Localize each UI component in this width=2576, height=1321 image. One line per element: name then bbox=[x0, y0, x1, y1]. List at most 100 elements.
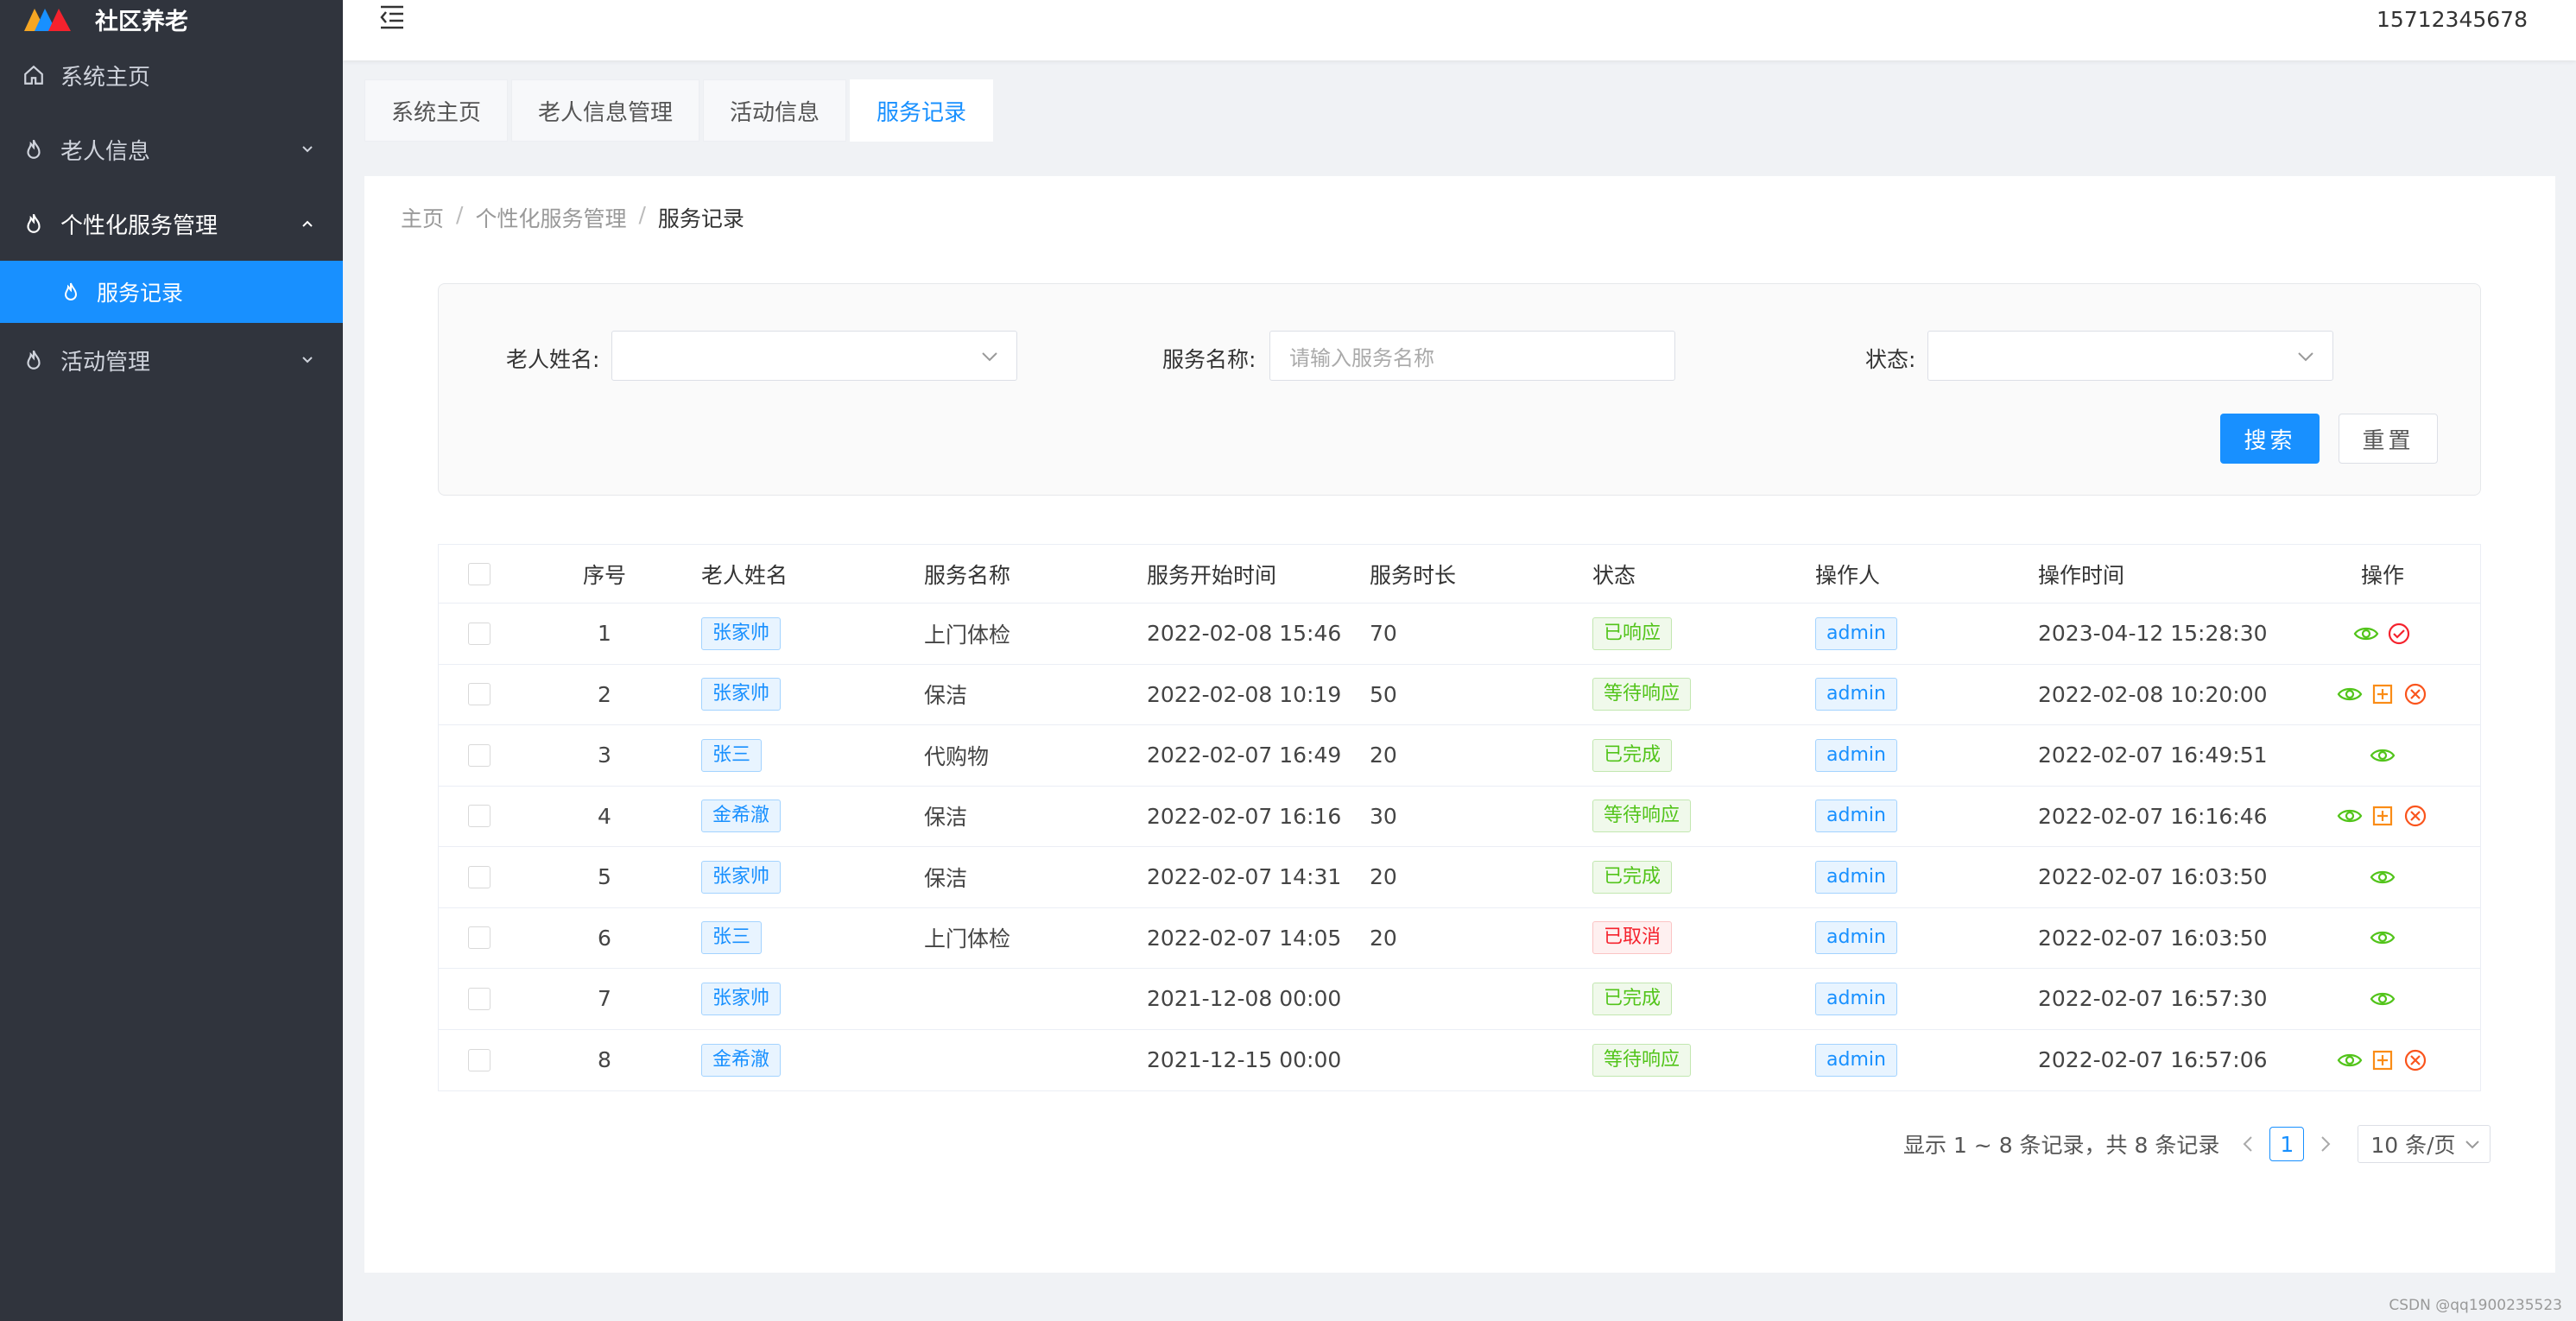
row-start-time: 2021-12-08 00:00 bbox=[1147, 986, 1342, 1012]
status-badge: 等待响应 bbox=[1592, 1043, 1692, 1077]
row-checkbox[interactable] bbox=[468, 1048, 491, 1071]
row-checkbox[interactable] bbox=[468, 743, 491, 767]
row-duration: 70 bbox=[1370, 621, 1397, 647]
eye-icon[interactable] bbox=[2353, 621, 2379, 647]
page-number-current[interactable]: 1 bbox=[2269, 1127, 2305, 1161]
row-elder-name-cell: 金希澈 bbox=[689, 800, 912, 833]
plus-square-icon[interactable] bbox=[2370, 681, 2396, 707]
prev-page-icon[interactable] bbox=[2238, 1134, 2259, 1154]
status-badge: 已取消 bbox=[1592, 921, 1673, 955]
table-header: 序号 老人姓名 服务名称 服务开始时间 服务时长 状态 操作人 操作时间 操作 bbox=[439, 545, 2480, 604]
eye-icon[interactable] bbox=[2370, 864, 2396, 890]
row-service-name: 上门体检 bbox=[924, 622, 1011, 648]
breadcrumb-home[interactable]: 主页 bbox=[401, 202, 444, 233]
elder-name-tag: 金希澈 bbox=[701, 800, 782, 833]
row-operate-time: 2022-02-08 10:20:00 bbox=[2038, 681, 2268, 707]
sidebar-item-home[interactable]: 系统主页 bbox=[0, 38, 343, 112]
row-actions bbox=[2285, 743, 2480, 768]
status-label: 状态: bbox=[1865, 347, 1916, 372]
close-circle-icon[interactable] bbox=[2402, 803, 2428, 829]
page-size-label: 10 条/页 bbox=[2370, 1133, 2456, 1158]
row-operator-cell: admin bbox=[1803, 678, 2026, 711]
operator-tag: admin bbox=[1815, 800, 1897, 833]
select-all-checkbox[interactable] bbox=[468, 562, 491, 585]
elder-name-tag: 张家帅 bbox=[701, 982, 782, 1015]
plus-square-icon[interactable] bbox=[2370, 1047, 2396, 1073]
row-checkbox[interactable] bbox=[468, 622, 491, 645]
tab-service-records[interactable]: 服务记录 bbox=[850, 79, 994, 142]
eye-icon[interactable] bbox=[2337, 681, 2363, 707]
chevron-down-icon bbox=[302, 357, 313, 363]
row-checkbox[interactable] bbox=[468, 987, 491, 1010]
eye-icon[interactable] bbox=[2337, 1047, 2363, 1073]
table-row: 4 金希澈 保洁 2022-02-07 16:16 30 等待响应 admin 2022-02… bbox=[439, 787, 2480, 847]
elder-name-tag: 张家帅 bbox=[701, 678, 782, 711]
row-start-time: 2021-12-15 00:00 bbox=[1147, 1047, 1342, 1073]
row-status-cell: 等待响应 bbox=[1580, 678, 1803, 711]
row-checkbox[interactable] bbox=[468, 805, 491, 828]
row-checkbox[interactable] bbox=[468, 865, 491, 888]
header-start-time: 服务开始时间 bbox=[1147, 562, 1277, 588]
row-operator-cell: admin bbox=[1803, 616, 2026, 650]
eye-icon[interactable] bbox=[2370, 743, 2396, 768]
tab-elder-info[interactable]: 老人信息管理 bbox=[511, 79, 700, 142]
close-circle-icon[interactable] bbox=[2402, 681, 2428, 707]
tab-home[interactable]: 系统主页 bbox=[364, 79, 509, 142]
sidebar-subitem-service-records[interactable]: 服务记录 bbox=[0, 261, 343, 323]
row-duration: 50 bbox=[1370, 681, 1397, 707]
eye-icon[interactable] bbox=[2337, 803, 2363, 829]
status-select[interactable] bbox=[1927, 331, 2333, 381]
table-row: 2 张家帅 保洁 2022-02-08 10:19 50 等待响应 admin 2022-02… bbox=[439, 665, 2480, 725]
close-circle-icon[interactable] bbox=[2402, 1047, 2428, 1073]
check-circle-icon[interactable] bbox=[2386, 621, 2412, 647]
row-elder-name-cell: 张三 bbox=[689, 921, 912, 955]
row-index: 7 bbox=[598, 986, 611, 1012]
sidebar-item-elder-info[interactable]: 老人信息 bbox=[0, 112, 343, 186]
row-index: 6 bbox=[598, 925, 611, 951]
row-duration: 20 bbox=[1370, 864, 1397, 890]
table-row: 1 张家帅 上门体检 2022-02-08 15:46 70 已响应 admin 2023-0… bbox=[439, 604, 2480, 665]
row-operator-cell: admin bbox=[1803, 921, 2026, 955]
row-select-cell bbox=[439, 743, 520, 767]
row-actions bbox=[2285, 864, 2480, 890]
row-actions bbox=[2285, 986, 2480, 1012]
next-page-icon[interactable] bbox=[2314, 1134, 2335, 1154]
row-duration: 20 bbox=[1370, 925, 1397, 951]
menu-fold-icon[interactable] bbox=[377, 2, 407, 31]
row-checkbox[interactable] bbox=[468, 683, 491, 706]
app-title: 社区养老 bbox=[95, 8, 188, 35]
header-index: 序号 bbox=[582, 562, 626, 588]
row-status-cell: 等待响应 bbox=[1580, 1043, 1803, 1077]
plus-square-icon[interactable] bbox=[2370, 803, 2396, 829]
user-account[interactable]: 15712345678 bbox=[2377, 7, 2528, 32]
sidebar-item-activity[interactable]: 活动管理 bbox=[0, 323, 343, 397]
page-size-select[interactable]: 10 条/页 bbox=[2358, 1125, 2491, 1163]
table-row: 5 张家帅 保洁 2022-02-07 14:31 20 已完成 admin 2022-02-… bbox=[439, 847, 2480, 908]
sidebar-item-label: 老人信息 bbox=[60, 138, 151, 165]
eye-icon[interactable] bbox=[2370, 925, 2396, 951]
operator-tag: admin bbox=[1815, 982, 1897, 1015]
elder-name-select[interactable] bbox=[611, 331, 1017, 381]
row-start-time: 2022-02-08 15:46 bbox=[1147, 621, 1342, 647]
chevron-down-icon bbox=[2465, 1141, 2480, 1149]
service-name-input[interactable]: 请输入服务名称 bbox=[1269, 331, 1675, 381]
pagination-summary: 显示 1 ~ 8 条记录，共 8 条记录 bbox=[1903, 1133, 2220, 1158]
tab-activity-info[interactable]: 活动信息 bbox=[703, 79, 847, 142]
search-button[interactable]: 搜索 bbox=[2220, 414, 2320, 464]
row-operate-time: 2022-02-07 16:03:50 bbox=[2038, 925, 2268, 951]
service-records-table: 序号 老人姓名 服务名称 服务开始时间 服务时长 状态 操作人 操作时间 操作 … bbox=[438, 544, 2481, 1091]
sidebar-item-label: 个性化服务管理 bbox=[60, 212, 218, 239]
flame-icon bbox=[22, 212, 45, 235]
chevron-up-icon bbox=[302, 220, 313, 227]
row-operator-cell: admin bbox=[1803, 738, 2026, 772]
reset-button[interactable]: 重置 bbox=[2339, 414, 2438, 464]
pagination: 显示 1 ~ 8 条记录，共 8 条记录 1 10 条/页 bbox=[1903, 1124, 2491, 1164]
sidebar-item-personalized-service[interactable]: 个性化服务管理 bbox=[0, 186, 343, 261]
eye-icon[interactable] bbox=[2370, 986, 2396, 1012]
row-checkbox[interactable] bbox=[468, 926, 491, 950]
breadcrumb-level1[interactable]: 个性化服务管理 bbox=[475, 202, 626, 233]
top-header: 15712345678 bbox=[343, 0, 2576, 60]
status-badge: 已响应 bbox=[1592, 616, 1673, 650]
header-service-name: 服务名称 bbox=[924, 562, 1011, 588]
row-select-cell bbox=[439, 683, 520, 706]
